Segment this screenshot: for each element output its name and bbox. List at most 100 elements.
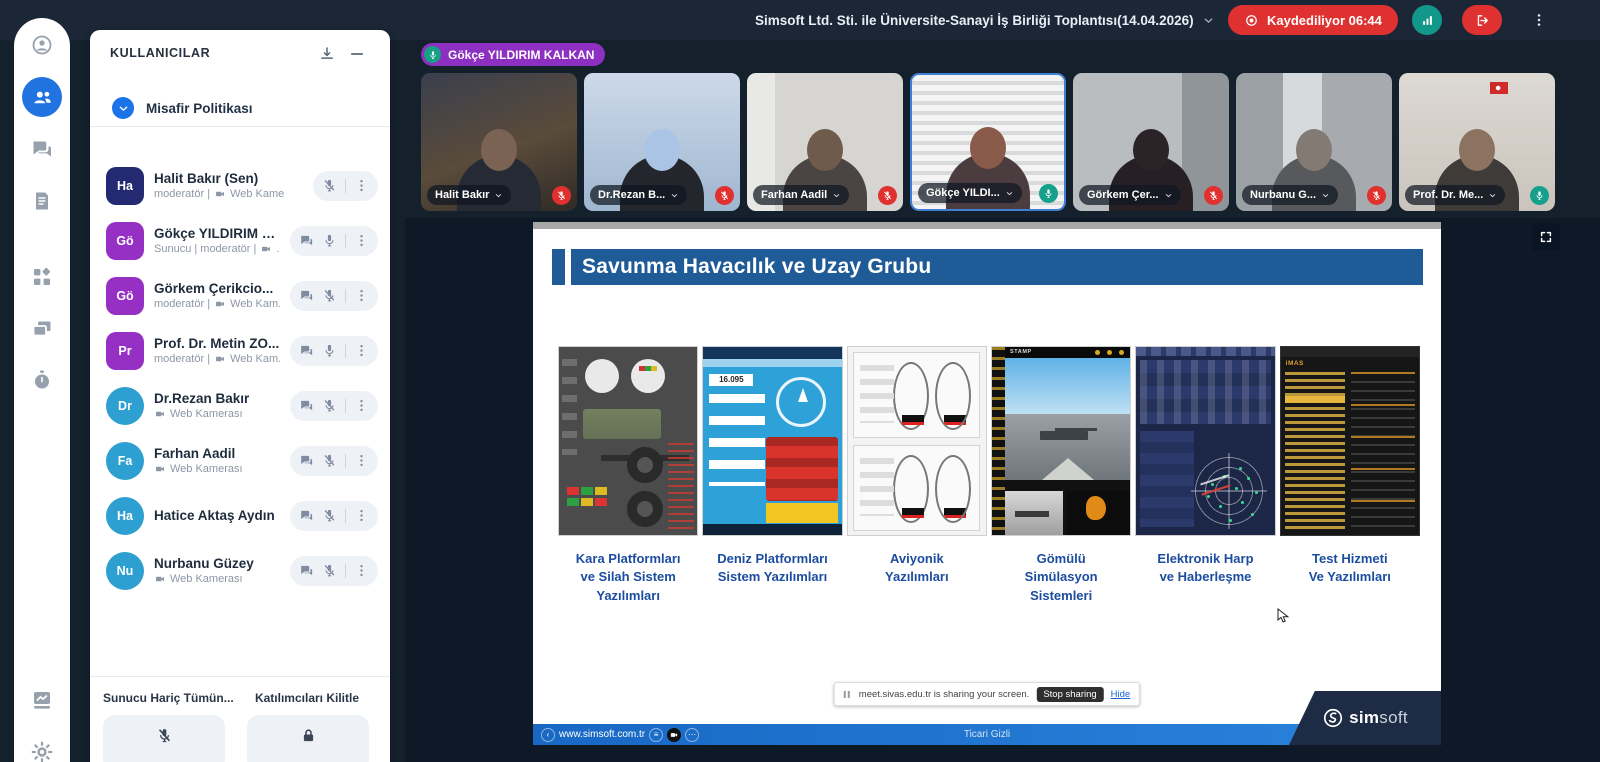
user-row[interactable]: Pr Prof. Dr. Metin ZO... moderatör |Web … (90, 323, 390, 378)
chat-icon[interactable] (299, 288, 314, 303)
product-thumb-aviyonik (847, 346, 987, 536)
mic-on-icon[interactable] (322, 343, 337, 358)
video-tile[interactable]: Farhan Aadil (747, 73, 903, 211)
user-actions[interactable] (313, 171, 378, 201)
users-panel-footer: Sunucu Hariç Tümün... Katılımcıları Kili… (90, 676, 390, 762)
recording-indicator-button[interactable]: Kaydediliyor 06:44 (1228, 5, 1398, 35)
user-row[interactable]: Ha Hatice Aktaş Aydın (90, 488, 390, 543)
mic-muted-icon[interactable] (322, 508, 337, 523)
avatar: Ha (106, 167, 144, 205)
rail-users-button[interactable] (22, 77, 62, 117)
video-tile[interactable]: Prof. Dr. Me... (1399, 73, 1555, 211)
mic-muted-icon[interactable] (322, 563, 337, 578)
kebab-menu-icon[interactable] (354, 453, 369, 468)
rail-whiteboard-button[interactable] (22, 309, 62, 349)
rail-notes-button[interactable] (22, 181, 62, 221)
video-tile[interactable]: Nurbanu G... (1236, 73, 1392, 211)
mute-all-button[interactable] (103, 715, 225, 762)
chevron-down-icon (1488, 191, 1497, 200)
user-row[interactable]: Fa Farhan Aadil Web Kamerası (90, 433, 390, 488)
user-row[interactable]: Dr Dr.Rezan Bakır Web Kamerası (90, 378, 390, 433)
minimize-panel-button[interactable] (348, 44, 368, 64)
video-tile[interactable]: Görkem Çer... (1073, 73, 1229, 211)
save-user-list-button[interactable] (318, 44, 338, 64)
mic-muted-icon[interactable] (322, 453, 337, 468)
user-actions[interactable] (290, 226, 378, 256)
rail-settings-button[interactable] (22, 732, 62, 762)
user-row[interactable]: Nu Nurbanu Güzey Web Kamerası (90, 543, 390, 598)
rail-apps-button[interactable] (22, 257, 62, 297)
chat-icon[interactable] (299, 453, 314, 468)
kebab-menu-icon[interactable] (354, 288, 369, 303)
chat-icon[interactable] (299, 508, 314, 523)
fullscreen-button[interactable] (1532, 223, 1560, 251)
video-strip: Halit Bakır Dr.Rezan B... Farhan Aadil G… (421, 73, 1555, 211)
rail-chat-button[interactable] (22, 129, 62, 169)
avatar: Gö (106, 277, 144, 315)
webcam-icon (214, 299, 226, 309)
user-actions[interactable] (290, 336, 378, 366)
chat-icon[interactable] (299, 563, 314, 578)
chat-icon[interactable] (299, 343, 314, 358)
guest-policy-row[interactable]: Misafir Politikası (90, 90, 390, 126)
video-name-tag[interactable]: Gökçe YILDI... (918, 183, 1022, 203)
kebab-menu-icon[interactable] (354, 233, 369, 248)
kebab-menu-icon (1531, 12, 1547, 28)
video-tile[interactable]: Halit Bakır (421, 73, 577, 211)
chevron-down-icon (1321, 191, 1330, 200)
video-name-tag[interactable]: Nurbanu G... (1242, 185, 1338, 205)
chat-icon[interactable] (299, 398, 314, 413)
user-actions[interactable] (290, 501, 378, 531)
user-subtitle: Web Kamerası (154, 408, 280, 420)
user-actions[interactable] (290, 556, 378, 586)
user-row[interactable]: Gö Görkem Çerikcio... moderatör |Web Kam… (90, 268, 390, 323)
video-tile[interactable]: Dr.Rezan B... (584, 73, 740, 211)
video-name-tag[interactable]: Dr.Rezan B... (590, 185, 687, 205)
rail-timer-button[interactable] (22, 360, 62, 400)
user-actions[interactable] (290, 446, 378, 476)
presentation-area: Savunma Havacılık ve Uzay Grubu 16.095 S… (405, 218, 1600, 762)
user-subtitle: Sunucu | moderatör |... (154, 243, 280, 255)
options-menu-button[interactable] (1524, 5, 1554, 35)
kebab-menu-icon[interactable] (354, 563, 369, 578)
video-name-tag[interactable]: Görkem Çer... (1079, 185, 1181, 205)
connection-status-button[interactable] (1412, 5, 1442, 35)
users-panel-title: KULLANICILAR (110, 46, 210, 60)
kebab-menu-icon[interactable] (354, 178, 369, 193)
rail-analytics-button[interactable] (22, 680, 62, 720)
timer-icon (30, 368, 54, 392)
user-subtitle: moderatör |Web Kam... (154, 298, 280, 310)
user-actions[interactable] (290, 281, 378, 311)
mic-muted-icon[interactable] (322, 398, 337, 413)
user-row[interactable]: Ha Halit Bakır (Sen) moderatör |Web Kame… (90, 158, 390, 213)
video-tile-active-speaker[interactable]: Gökçe YILDI... (910, 73, 1066, 211)
mic-muted-icon[interactable] (322, 288, 337, 303)
guest-policy-label: Misafir Politikası (146, 101, 253, 116)
mic-on-icon[interactable] (322, 233, 337, 248)
user-row[interactable]: Gö Gökçe YILDIRIM K... Sunucu | moderatö… (90, 213, 390, 268)
meeting-title: Simsoft Ltd. Sti. ile Üniversite-Sanayi … (755, 13, 1194, 28)
user-subtitle: Web Kamerası (154, 463, 280, 475)
stop-sharing-button[interactable]: Stop sharing (1036, 687, 1103, 702)
kebab-menu-icon[interactable] (354, 343, 369, 358)
video-name-tag[interactable]: Halit Bakır (427, 185, 511, 205)
footer-url-group: ‹ www.simsoft.com.tr ≡ ⋯ (541, 724, 699, 745)
mic-muted-icon[interactable] (322, 178, 337, 193)
rail-profile-button[interactable] (22, 25, 62, 65)
user-name: Halit Bakır (Sen) (154, 171, 282, 186)
mic-muted-badge (715, 186, 734, 205)
meeting-title-menu[interactable]: Simsoft Ltd. Sti. ile Üniversite-Sanayi … (755, 0, 1215, 40)
video-name-tag[interactable]: Farhan Aadil (753, 185, 849, 205)
kebab-menu-icon[interactable] (354, 508, 369, 523)
mic-muted-badge (878, 186, 897, 205)
mute-all-label: Sunucu Hariç Tümün... (103, 691, 225, 705)
kebab-menu-icon[interactable] (354, 398, 369, 413)
user-actions[interactable] (290, 391, 378, 421)
profile-icon (30, 33, 54, 57)
lock-participants-button[interactable] (247, 715, 369, 762)
video-name-tag[interactable]: Prof. Dr. Me... (1405, 185, 1505, 205)
chat-icon (30, 137, 54, 161)
hide-sharing-bar-link[interactable]: Hide (1111, 689, 1131, 700)
leave-meeting-button[interactable] (1462, 5, 1502, 35)
chat-icon[interactable] (299, 233, 314, 248)
